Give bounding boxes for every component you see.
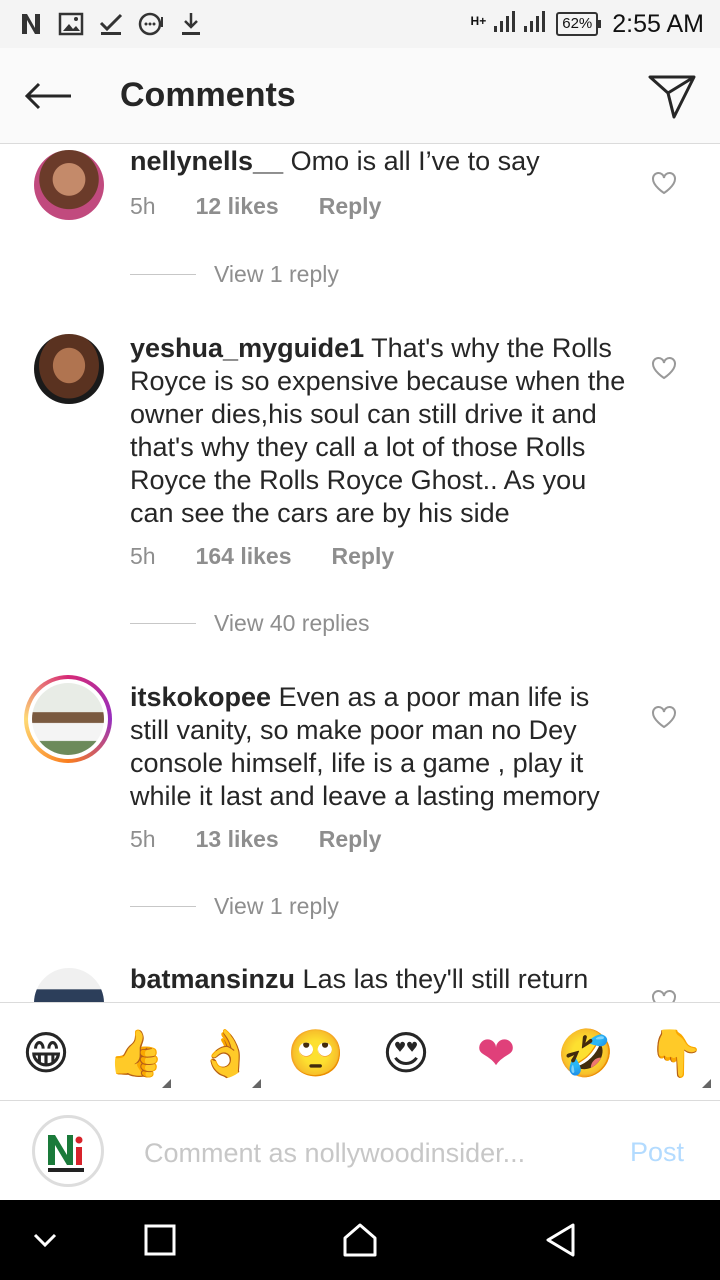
- rofl-emoji-button[interactable]: 🤣: [556, 1023, 616, 1083]
- avatar-ring-inner: [28, 679, 108, 759]
- comment-meta: 5h 13 likes Reply: [130, 826, 381, 853]
- comment-text: batmansinzu Las las they'll still return: [130, 963, 630, 996]
- comment-username[interactable]: yeshua_myguide1: [130, 333, 364, 363]
- view-replies-button[interactable]: View 40 replies: [130, 610, 370, 637]
- view-replies-button[interactable]: View 1 reply: [130, 261, 339, 288]
- comment-input[interactable]: [144, 1131, 584, 1175]
- back-arrow-icon: [24, 82, 71, 109]
- comment-body: Omo is all I’ve to say: [290, 146, 540, 176]
- recents-button[interactable]: [115, 1200, 205, 1280]
- back-nav-button[interactable]: [515, 1200, 605, 1280]
- heart-emoji-button[interactable]: ❤: [466, 1023, 526, 1083]
- like-heart-icon[interactable]: [650, 169, 678, 197]
- like-heart-icon[interactable]: [650, 703, 678, 731]
- reply-button[interactable]: Reply: [319, 193, 382, 220]
- eye-roll-emoji-button[interactable]: 🙄: [286, 1023, 346, 1083]
- notification-icons: [18, 11, 204, 37]
- page-title: Comments: [120, 76, 296, 114]
- download-notification-icon: [178, 11, 204, 37]
- comment-username[interactable]: batmansinzu: [130, 964, 295, 994]
- chat-notification-icon: [138, 11, 164, 37]
- view-replies-label: View 40 replies: [214, 610, 370, 636]
- comment-username[interactable]: nellynells__: [130, 146, 283, 176]
- pointing-down-emoji-button[interactable]: 👇: [646, 1023, 706, 1083]
- comment-time: 5h: [130, 543, 156, 569]
- comment-likes[interactable]: 13 likes: [196, 826, 279, 853]
- comment-composer: Post: [0, 1100, 720, 1200]
- image-notification-icon: [58, 11, 84, 37]
- check-notification-icon: [98, 11, 124, 37]
- comment-time: 5h: [130, 826, 156, 852]
- comments-list[interactable]: nellynells__ Omo is all I’ve to say 5h 1…: [0, 145, 720, 1002]
- comment-time: 5h: [130, 193, 156, 219]
- home-button[interactable]: [315, 1200, 405, 1280]
- view-replies-label: View 1 reply: [214, 893, 339, 919]
- skin-tone-indicator-icon: [702, 1079, 711, 1088]
- grinning-emoji-button[interactable]: 😁: [16, 1023, 76, 1083]
- status-bar: H+ 62% 2:55 AM: [0, 0, 720, 48]
- post-button[interactable]: Post: [630, 1137, 684, 1168]
- divider-line: [130, 906, 196, 907]
- share-button[interactable]: [624, 48, 720, 144]
- heart-eyes-emoji-button[interactable]: 😍: [376, 1023, 436, 1083]
- paper-plane-icon: [648, 75, 696, 118]
- avatar: [32, 683, 104, 755]
- comment-text: nellynells__ Omo is all I’ve to say: [130, 145, 630, 178]
- ok-hand-emoji-button[interactable]: 👌: [196, 1023, 256, 1083]
- comment-text: yeshua_myguide1 That's why the Rolls Roy…: [130, 332, 630, 530]
- skin-tone-indicator-icon: [162, 1079, 171, 1088]
- reply-button[interactable]: Reply: [332, 543, 395, 570]
- view-replies-button[interactable]: View 1 reply: [130, 893, 339, 920]
- comment-body: Las las they'll still return: [302, 964, 589, 994]
- divider-line: [130, 274, 196, 275]
- back-button[interactable]: [0, 48, 96, 144]
- netflix-notification-icon: [18, 11, 44, 37]
- divider-line: [130, 623, 196, 624]
- nollywood-insider-logo-icon: [48, 1135, 84, 1172]
- triangle-back-icon: [546, 1223, 575, 1257]
- comments-header: Comments: [0, 48, 720, 144]
- comment-likes[interactable]: 12 likes: [196, 193, 279, 220]
- signal-icon: [494, 8, 548, 41]
- comment-meta: 5h 164 likes Reply: [130, 543, 394, 570]
- avatar[interactable]: [34, 334, 104, 404]
- system-navigation-bar: [0, 1200, 720, 1280]
- reply-button[interactable]: Reply: [319, 826, 382, 853]
- skin-tone-indicator-icon: [252, 1079, 261, 1088]
- comment-meta: 5h 12 likes Reply: [130, 193, 381, 220]
- home-icon: [343, 1223, 377, 1257]
- clock: 2:55 AM: [612, 9, 704, 38]
- emoji-quick-bar: 😁 👍 👌 🙄 😍 ❤ 🤣 👇: [0, 1002, 720, 1100]
- square-recents-icon: [144, 1224, 176, 1256]
- comment-username[interactable]: itskokopee: [130, 682, 271, 712]
- comment-likes[interactable]: 164 likes: [196, 543, 292, 570]
- thumbs-up-emoji-button[interactable]: 👍: [106, 1023, 166, 1083]
- hide-keyboard-button[interactable]: [0, 1200, 90, 1280]
- like-heart-icon[interactable]: [650, 987, 678, 1002]
- like-heart-icon[interactable]: [650, 354, 678, 382]
- avatar[interactable]: [34, 968, 104, 1002]
- view-replies-label: View 1 reply: [214, 261, 339, 287]
- status-right: H+ 62% 2:55 AM: [471, 8, 704, 41]
- avatar-story-ring[interactable]: [24, 675, 112, 763]
- comment-text: itskokopee Even as a poor man life is st…: [130, 681, 630, 813]
- my-avatar: [32, 1115, 104, 1187]
- battery-indicator: 62%: [556, 12, 602, 36]
- chevron-down-icon: [33, 1233, 57, 1248]
- avatar[interactable]: [34, 150, 104, 220]
- network-type-label: H+: [470, 13, 487, 28]
